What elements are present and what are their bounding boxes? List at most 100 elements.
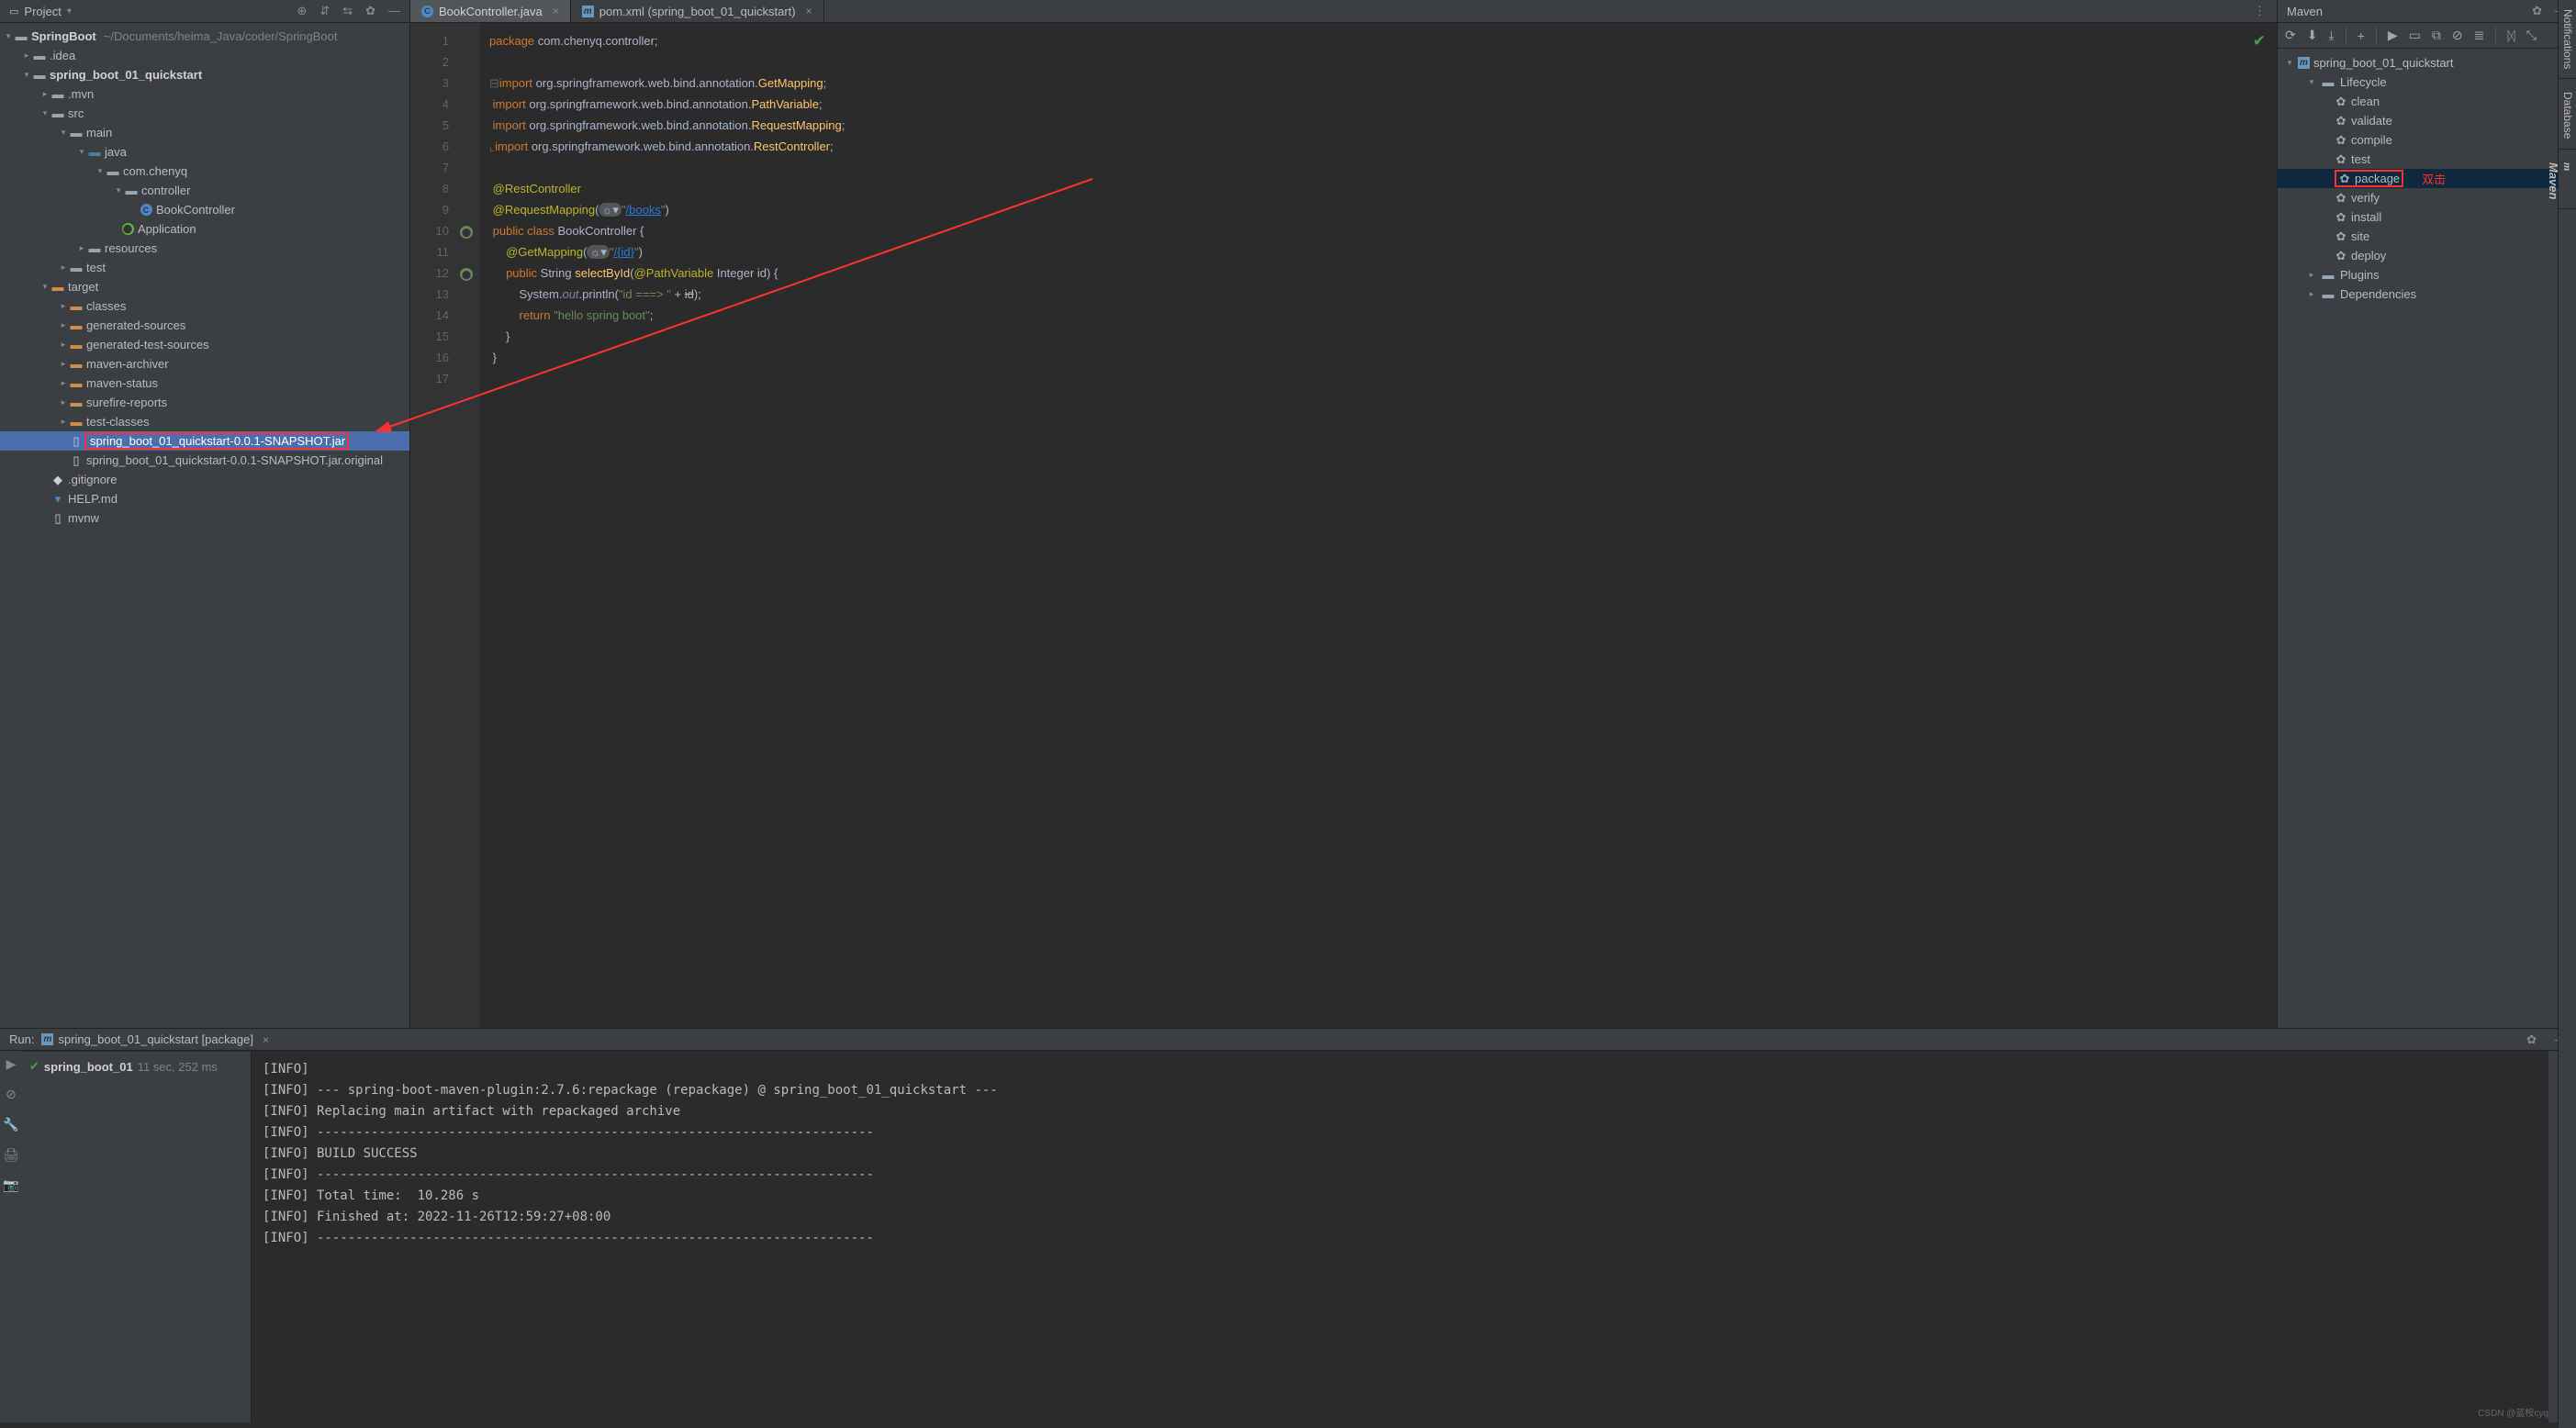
lifecycle-test[interactable]: ✿test	[2278, 150, 2576, 169]
lifecycle-package[interactable]: ✿package双击	[2278, 169, 2576, 188]
tab-pom[interactable]: m pom.xml (spring_boot_01_quickstart) ×	[571, 0, 824, 22]
rerun-icon[interactable]: ▶	[6, 1056, 17, 1072]
code-editor[interactable]: 1234567891011121314151617 ⬤ ⬤ package co…	[410, 23, 2277, 1028]
tree-bookcontroller[interactable]: CBookController	[0, 200, 409, 219]
collapse-icon[interactable]: ⤡	[2526, 28, 2537, 43]
close-icon[interactable]: ×	[806, 5, 812, 17]
tree-resources[interactable]: ▸▬resources	[0, 239, 409, 258]
maven-icon: m	[582, 6, 594, 17]
tree-testclasses[interactable]: ▸▬test-classes	[0, 412, 409, 431]
tab-bookcontroller[interactable]: C BookController.java ×	[410, 0, 571, 22]
project-panel-header: ▭ Project ▾ ⊕ ⇵ ⇆ ✿ —	[0, 0, 409, 23]
tree-main[interactable]: ▾▬main	[0, 123, 409, 142]
tree-idea[interactable]: ▸▬.idea	[0, 46, 409, 65]
lifecycle-install[interactable]: ✿install	[2278, 207, 2576, 227]
project-icon: ▭	[9, 6, 18, 17]
annotation-label: 双击	[2422, 170, 2446, 187]
spring-gutter-icon[interactable]: ⬤	[460, 268, 473, 281]
offline-icon[interactable]: ⊘	[2452, 28, 2463, 43]
camera-icon[interactable]: 📷	[3, 1177, 18, 1193]
lifecycle-site[interactable]: ✿site	[2278, 227, 2576, 246]
gear-icon: ✿	[2335, 134, 2347, 147]
lifecycle-clean[interactable]: ✿clean	[2278, 92, 2576, 111]
reload-icon[interactable]: ⟳	[2285, 28, 2296, 43]
gear-icon: ✿	[2335, 211, 2347, 224]
tree-pkg[interactable]: ▾▬com.chenyq	[0, 162, 409, 181]
check-icon[interactable]: ✔	[2253, 30, 2266, 51]
tree-help[interactable]: ▾HELP.md	[0, 489, 409, 508]
tree-application[interactable]: ⬤Application	[0, 219, 409, 239]
tree-test[interactable]: ▸▬test	[0, 258, 409, 277]
code-content[interactable]: package com.chenyq.controller; ⊟import o…	[480, 23, 845, 1028]
tab-label: pom.xml (spring_boot_01_quickstart)	[599, 5, 796, 18]
gear-icon[interactable]: ✿	[2526, 1032, 2537, 1047]
tree-mavenarch[interactable]: ▸▬maven-archiver	[0, 354, 409, 374]
gear-icon: ✿	[2335, 250, 2347, 262]
lifecycle-deploy[interactable]: ✿deploy	[2278, 246, 2576, 265]
gear-icon: ✿	[2338, 173, 2351, 185]
collapse-icon[interactable]: ⇆	[342, 4, 353, 18]
show-icon[interactable]: ≣	[2474, 28, 2485, 43]
chevron-down-icon[interactable]: ▾	[67, 6, 72, 17]
tree-surefire[interactable]: ▸▬surefire-reports	[0, 393, 409, 412]
project-tree[interactable]: ▾▬SpringBoot~/Documents/heima_Java/coder…	[0, 23, 409, 1028]
maven-title: Maven	[2287, 5, 2323, 18]
run-output[interactable]: [INFO] [INFO] --- spring-boot-maven-plug…	[252, 1052, 2548, 1422]
hide-icon[interactable]: —	[388, 4, 400, 18]
panel-title: Project	[24, 5, 61, 18]
maven-plugins[interactable]: ▸▬Plugins	[2278, 265, 2576, 284]
lifecycle-validate[interactable]: ✿validate	[2278, 111, 2576, 130]
tree-root[interactable]: ▾▬SpringBoot~/Documents/heima_Java/coder…	[0, 27, 409, 46]
run-icon[interactable]: ▶	[2388, 28, 2398, 43]
tree-gitignore[interactable]: ◆.gitignore	[0, 470, 409, 489]
download-icon[interactable]: ⤓	[2328, 28, 2334, 43]
more-icon[interactable]: ⋮	[2254, 4, 2266, 18]
lifecycle-compile[interactable]: ✿compile	[2278, 130, 2576, 150]
maven-icon: m	[41, 1033, 53, 1045]
sources-icon[interactable]: ⬇	[2307, 28, 2318, 43]
tree-target[interactable]: ▾▬target	[0, 277, 409, 296]
gear-icon[interactable]: ✿	[2532, 4, 2542, 18]
locate-icon[interactable]: ⊕	[297, 4, 307, 18]
close-icon[interactable]: ×	[263, 1033, 269, 1046]
maven-lifecycle[interactable]: ▾▬Lifecycle	[2278, 73, 2576, 92]
add-icon[interactable]: +	[2358, 28, 2365, 43]
tree-gensrc[interactable]: ▸▬generated-sources	[0, 316, 409, 335]
tree-module[interactable]: ▾▬spring_boot_01_quickstart	[0, 65, 409, 84]
tree-jar[interactable]: ▯spring_boot_01_quickstart-0.0.1-SNAPSHO…	[0, 431, 409, 451]
maven-root[interactable]: ▾mspring_boot_01_quickstart	[2278, 53, 2576, 73]
run-tree[interactable]: ✔ spring_boot_01 11 sec, 252 ms	[22, 1052, 252, 1422]
tree-jar-original[interactable]: ▯spring_boot_01_quickstart-0.0.1-SNAPSHO…	[0, 451, 409, 470]
gear-icon[interactable]: ✿	[365, 4, 375, 18]
print-icon[interactable]: 🖨	[3, 1147, 19, 1163]
tree-mvn[interactable]: ▸▬.mvn	[0, 84, 409, 104]
gear-icon: ✿	[2335, 153, 2347, 166]
close-icon[interactable]: ×	[553, 5, 559, 17]
run-config-tab[interactable]: m spring_boot_01_quickstart [package] ×	[41, 1032, 269, 1046]
tree-mavenstatus[interactable]: ▸▬maven-status	[0, 374, 409, 393]
tree-classes[interactable]: ▸▬classes	[0, 296, 409, 316]
maven-tree[interactable]: ▾mspring_boot_01_quickstart ▾▬Lifecycle …	[2278, 49, 2576, 304]
side-tab-maven[interactable]: mMaven	[2559, 153, 2576, 209]
run-label: Run:	[9, 1032, 34, 1046]
tree-src[interactable]: ▾▬src	[0, 104, 409, 123]
tree-java[interactable]: ▾▬java	[0, 142, 409, 162]
run-panel-header: Run: m spring_boot_01_quickstart [packag…	[0, 1028, 2576, 1051]
tree-mvnw[interactable]: ▯mvnw	[0, 508, 409, 528]
side-tab-database[interactable]: Database	[2559, 83, 2576, 149]
spring-gutter-icon[interactable]: ⬤	[460, 226, 473, 239]
stop-icon[interactable]: ⊘	[6, 1087, 17, 1102]
tree-controller[interactable]: ▾▬controller	[0, 181, 409, 200]
skip-tests-icon[interactable]: ⧉	[2432, 28, 2441, 43]
lifecycle-verify[interactable]: ✿verify	[2278, 188, 2576, 207]
side-tab-notifications[interactable]: Notifications	[2559, 0, 2576, 79]
maven-deps[interactable]: ▸▬Dependencies	[2278, 284, 2576, 304]
tree-gentestsrc[interactable]: ▸▬generated-test-sources	[0, 335, 409, 354]
analyze-icon[interactable]: ᛞ	[2507, 28, 2514, 43]
tab-label: BookController.java	[439, 5, 543, 18]
wrench-icon[interactable]: 🔧	[3, 1117, 18, 1132]
exec-icon[interactable]: ▭	[2409, 28, 2421, 43]
class-icon: C	[421, 6, 433, 17]
expand-icon[interactable]: ⇵	[319, 4, 330, 18]
maven-header: Maven ✿ —	[2278, 0, 2576, 23]
